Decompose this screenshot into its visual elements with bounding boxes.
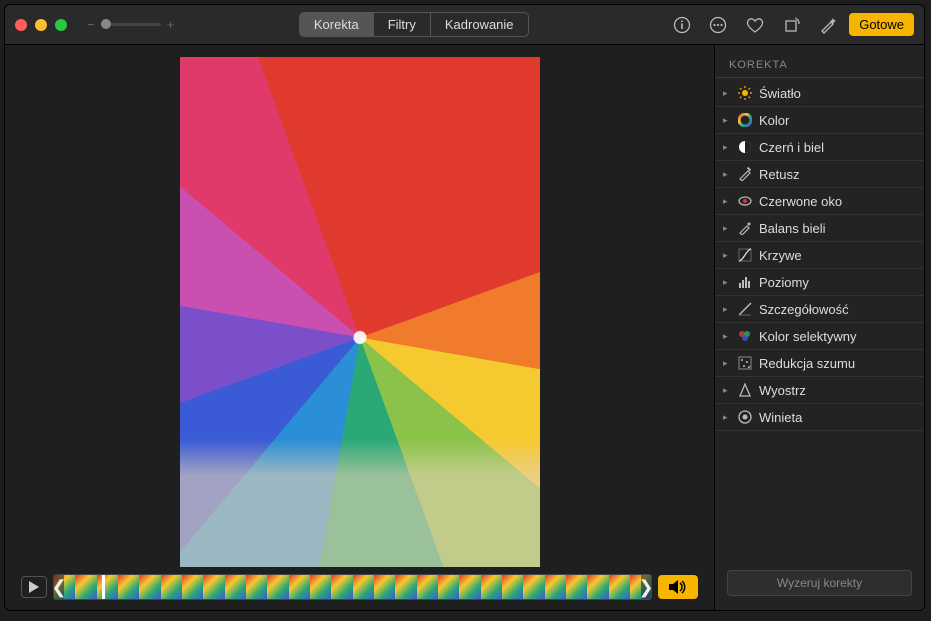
zoom-slider[interactable]: − + xyxy=(87,17,174,32)
adjustment-label: Czerń i biel xyxy=(759,140,824,155)
adjustment-label: Poziomy xyxy=(759,275,809,290)
tab-filters[interactable]: Filtry xyxy=(373,13,430,36)
curves-icon xyxy=(737,247,753,263)
adjustment-row[interactable]: ▸ Kolor xyxy=(715,107,924,134)
adjustment-label: Redukcja szumu xyxy=(759,356,855,371)
toolbar-right-icons xyxy=(673,16,837,34)
favorite-icon[interactable] xyxy=(745,16,765,34)
window-controls xyxy=(15,19,67,31)
chevron-right-icon: ▸ xyxy=(723,142,731,153)
adjustment-row[interactable]: ▸ Kolor selektywny xyxy=(715,323,924,350)
done-button[interactable]: Gotowe xyxy=(849,13,914,36)
chevron-right-icon: ▸ xyxy=(723,385,731,396)
adjustment-label: Szczegółowość xyxy=(759,302,849,317)
adjustment-label: Retusz xyxy=(759,167,799,182)
chevron-right-icon: ▸ xyxy=(723,223,731,234)
chevron-right-icon: ▸ xyxy=(723,277,731,288)
adjustment-row[interactable]: ▸ Redukcja szumu xyxy=(715,350,924,377)
edit-mode-segmented: Korekta Filtry Kadrowanie xyxy=(299,12,529,37)
retouch-icon xyxy=(737,166,753,182)
adjustments-list: ▸ Światło ▸ Kolor ▸ Czerń i biel ▸ Retusz ▸ Czerw… xyxy=(715,80,924,560)
adjustment-label: Kolor xyxy=(759,113,789,128)
adjustment-label: Winieta xyxy=(759,410,802,425)
adjustment-label: Wyostrz xyxy=(759,383,806,398)
adjustment-row[interactable]: ▸ Szczegółowość xyxy=(715,296,924,323)
adjustment-row[interactable]: ▸ Czerwone oko xyxy=(715,188,924,215)
play-button[interactable] xyxy=(21,576,47,598)
adjustment-row[interactable]: ▸ Poziomy xyxy=(715,269,924,296)
canvas-area: ❮ ❯ xyxy=(5,45,714,610)
tab-adjust[interactable]: Korekta xyxy=(300,13,373,36)
noise-icon xyxy=(737,355,753,371)
titlebar: − + Korekta Filtry Kadrowanie xyxy=(5,5,924,45)
adjustment-label: Światło xyxy=(759,86,801,101)
content-area: ❮ ❯ KOREKTA ▸Światło▸Kolor▸Cz xyxy=(5,45,924,610)
playhead[interactable] xyxy=(102,574,105,600)
selcolor-icon xyxy=(737,328,753,344)
chevron-right-icon: ▸ xyxy=(723,412,731,423)
adjustment-row[interactable]: ▸ Retusz xyxy=(715,161,924,188)
close-window-button[interactable] xyxy=(15,19,27,31)
color-icon xyxy=(737,112,753,128)
zoom-in-icon: + xyxy=(167,17,175,32)
reset-adjustments-button[interactable]: Wyzeruj korekty xyxy=(727,570,912,596)
trim-start-handle[interactable]: ❮ xyxy=(54,575,64,599)
adjustment-label: Krzywe xyxy=(759,248,802,263)
rotate-icon[interactable] xyxy=(783,16,801,34)
fullscreen-window-button[interactable] xyxy=(55,19,67,31)
adjustment-row[interactable]: ▸ Światło xyxy=(715,80,924,107)
inspector-header: KOREKTA xyxy=(715,55,924,78)
app-window: − + Korekta Filtry Kadrowanie xyxy=(4,4,925,611)
trim-end-handle[interactable]: ❯ xyxy=(641,575,651,599)
chevron-right-icon: ▸ xyxy=(723,88,731,99)
bw-icon xyxy=(737,139,753,155)
adjustment-label: Balans bieli xyxy=(759,221,826,236)
more-icon[interactable] xyxy=(709,16,727,34)
chevron-right-icon: ▸ xyxy=(723,115,731,126)
chevron-right-icon: ▸ xyxy=(723,196,731,207)
redeye-icon xyxy=(737,193,753,209)
autoenhance-icon[interactable] xyxy=(819,16,837,34)
chevron-right-icon: ▸ xyxy=(723,331,731,342)
chevron-right-icon: ▸ xyxy=(723,304,731,315)
wb-icon xyxy=(737,220,753,236)
inspector-panel: KOREKTA ▸ Światło ▸ Kolor ▸ Czerń i biel ▸ Retu… xyxy=(714,45,924,610)
info-icon[interactable] xyxy=(673,16,691,34)
adjustment-row[interactable]: ▸ Czerń i biel xyxy=(715,134,924,161)
photo-preview[interactable] xyxy=(180,57,540,567)
timeline-scrubber[interactable]: ❮ ❯ xyxy=(53,574,652,600)
tab-crop[interactable]: Kadrowanie xyxy=(430,13,528,36)
minimize-window-button[interactable] xyxy=(35,19,47,31)
vignette-icon xyxy=(737,409,753,425)
adjustment-label: Czerwone oko xyxy=(759,194,842,209)
adjustment-row[interactable]: ▸ Wyostrz xyxy=(715,377,924,404)
adjustment-row[interactable]: ▸ Balans bieli xyxy=(715,215,924,242)
adjustment-label: Kolor selektywny xyxy=(759,329,857,344)
chevron-right-icon: ▸ xyxy=(723,169,731,180)
sharpen-icon xyxy=(737,382,753,398)
audio-toggle-button[interactable] xyxy=(658,575,698,599)
chevron-right-icon: ▸ xyxy=(723,358,731,369)
light-icon xyxy=(737,85,753,101)
zoom-out-icon: − xyxy=(87,17,95,32)
chevron-right-icon: ▸ xyxy=(723,250,731,261)
levels-icon xyxy=(737,274,753,290)
timeline-row: ❮ ❯ xyxy=(5,574,714,600)
adjustment-row[interactable]: ▸ Krzywe xyxy=(715,242,924,269)
adjustment-row[interactable]: ▸ Winieta xyxy=(715,404,924,431)
detail-icon xyxy=(737,301,753,317)
